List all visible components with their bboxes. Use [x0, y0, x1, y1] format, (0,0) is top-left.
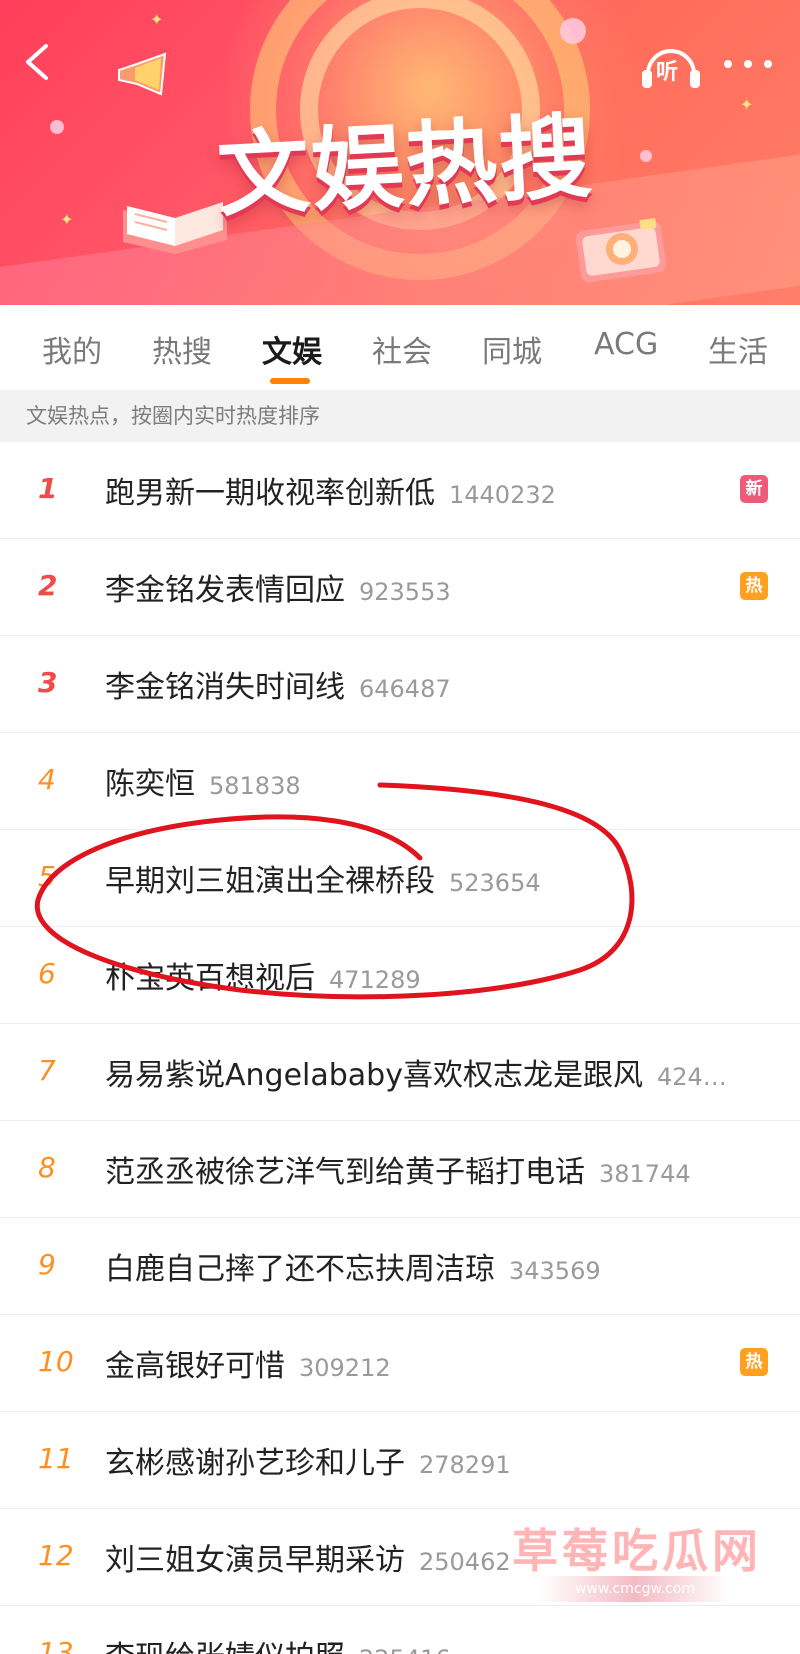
list-item[interactable]: 13 李现给张婧仪拍照 225416	[0, 1606, 800, 1654]
back-arrow-icon	[26, 44, 48, 80]
listen-label: 听	[656, 60, 679, 85]
watermark-url: www.cmcgw.com	[540, 1576, 730, 1602]
tab-mine[interactable]: 我的	[42, 327, 102, 371]
list-item[interactable]: 10 金高银好可惜 309212 热	[0, 1315, 800, 1412]
page-title: 文娱热搜	[214, 103, 596, 230]
item-title: 白鹿自己摔了还不忘扶周洁琼	[105, 1252, 495, 1287]
rank-number: 8	[38, 1151, 56, 1184]
speaker-icon	[118, 52, 167, 96]
list-item[interactable]: 6 朴宝英百想视后 471289	[0, 927, 800, 1024]
rank-number: 9	[38, 1248, 56, 1281]
item-heat-count: 646487	[359, 675, 451, 703]
decor-star: ✦	[740, 95, 754, 114]
rank-number: 13	[38, 1636, 74, 1654]
item-title: 易易紫说Angelababy喜欢权志龙是跟风	[105, 1058, 643, 1093]
camera-icon	[575, 218, 667, 283]
item-heat-count: 923553	[359, 578, 451, 606]
item-title: 李金铭发表情回应	[105, 573, 345, 608]
item-heat-count: 309212	[299, 1354, 391, 1382]
item-heat-count: 343569	[509, 1257, 601, 1285]
item-title: 李金铭消失时间线	[105, 670, 345, 705]
item-title: 朴宝英百想视后	[105, 961, 315, 996]
list-item[interactable]: 3 李金铭消失时间线 646487	[0, 636, 800, 733]
item-title: 跑男新一期收视率创新低	[105, 476, 435, 511]
tab-local[interactable]: 同城	[482, 327, 542, 371]
more-dots-icon	[724, 60, 732, 68]
more-dots-icon	[744, 60, 752, 68]
hot-badge: 热	[740, 572, 768, 600]
tab-hot-search[interactable]: 热搜	[152, 327, 212, 371]
list-item[interactable]: 2 李金铭发表情回应 923553 热	[0, 539, 800, 636]
more-dots-icon	[764, 60, 772, 68]
rank-number: 7	[38, 1054, 56, 1087]
item-title: 玄彬感谢孙艺珍和儿子	[105, 1446, 405, 1481]
rank-number: 11	[38, 1442, 74, 1475]
category-tabs: 我的 热搜 文娱 社会 同城 ACG 生活	[0, 305, 800, 390]
list-item[interactable]: 7 易易紫说Angelababy喜欢权志龙是跟风 424…	[0, 1024, 800, 1121]
item-title: 范丞丞被徐艺洋气到给黄子韬打电话	[105, 1155, 585, 1190]
item-title: 陈奕恒	[105, 767, 195, 802]
decor-dot	[640, 150, 652, 162]
new-badge: 新	[740, 475, 768, 503]
item-title: 刘三姐女演员早期采访	[105, 1543, 405, 1578]
rank-number: 5	[38, 860, 56, 893]
decor-star: ✦	[150, 10, 164, 29]
rank-number: 1	[38, 472, 58, 505]
item-heat-count: 381744	[599, 1160, 691, 1188]
list-description: 文娱热点，按圈内实时热度排序	[0, 390, 800, 442]
item-heat-count: 278291	[419, 1451, 511, 1479]
watermark-text: 草莓吃瓜网	[512, 1524, 762, 1578]
header-banner: ✦ ✦ ✦ 文娱热搜 听	[0, 0, 800, 305]
tab-life[interactable]: 生活	[708, 327, 768, 371]
item-heat-count: 250462	[419, 1548, 511, 1576]
back-button[interactable]	[18, 40, 58, 84]
item-heat-count: 225416	[359, 1645, 451, 1654]
item-heat-count: 523654	[449, 869, 541, 897]
hot-badge: 热	[740, 1348, 768, 1376]
rank-number: 2	[38, 569, 58, 602]
tab-acg[interactable]: ACG	[594, 327, 658, 362]
item-heat-count: 471289	[329, 966, 421, 994]
rank-number: 12	[38, 1539, 74, 1572]
decor-dot	[50, 120, 64, 134]
tab-society[interactable]: 社会	[372, 327, 432, 371]
item-title: 金高银好可惜	[105, 1349, 285, 1384]
rank-number: 3	[38, 666, 58, 699]
list-item[interactable]: 9 白鹿自己摔了还不忘扶周洁琼 343569	[0, 1218, 800, 1315]
list-item[interactable]: 4 陈奕恒 581838	[0, 733, 800, 830]
item-title: 早期刘三姐演出全裸桥段	[105, 864, 435, 899]
rank-number: 6	[38, 957, 56, 990]
more-button[interactable]	[718, 48, 778, 78]
list-item[interactable]: 5 早期刘三姐演出全裸桥段 523654	[0, 830, 800, 927]
list-item[interactable]: 11 玄彬感谢孙艺珍和儿子 278291	[0, 1412, 800, 1509]
hot-search-list: 1 跑男新一期收视率创新低 1440232 新 2 李金铭发表情回应 923553 …	[0, 442, 800, 1654]
decor-star: ✦	[60, 210, 74, 229]
list-item[interactable]: 8 范丞丞被徐艺洋气到给黄子韬打电话 381744	[0, 1121, 800, 1218]
rank-number: 4	[38, 763, 56, 796]
item-title: 李现给张婧仪拍照	[105, 1640, 345, 1654]
item-heat-count: 581838	[209, 772, 301, 800]
tab-entertainment[interactable]: 文娱	[262, 327, 322, 371]
item-heat-count: 424…	[656, 1063, 727, 1091]
rank-number: 10	[38, 1345, 74, 1378]
decor-dot	[560, 18, 586, 44]
listen-button[interactable]: 听	[640, 42, 702, 90]
active-tab-indicator	[270, 378, 310, 384]
item-heat-count: 1440232	[449, 481, 556, 509]
list-item[interactable]: 1 跑男新一期收视率创新低 1440232 新	[0, 442, 800, 539]
